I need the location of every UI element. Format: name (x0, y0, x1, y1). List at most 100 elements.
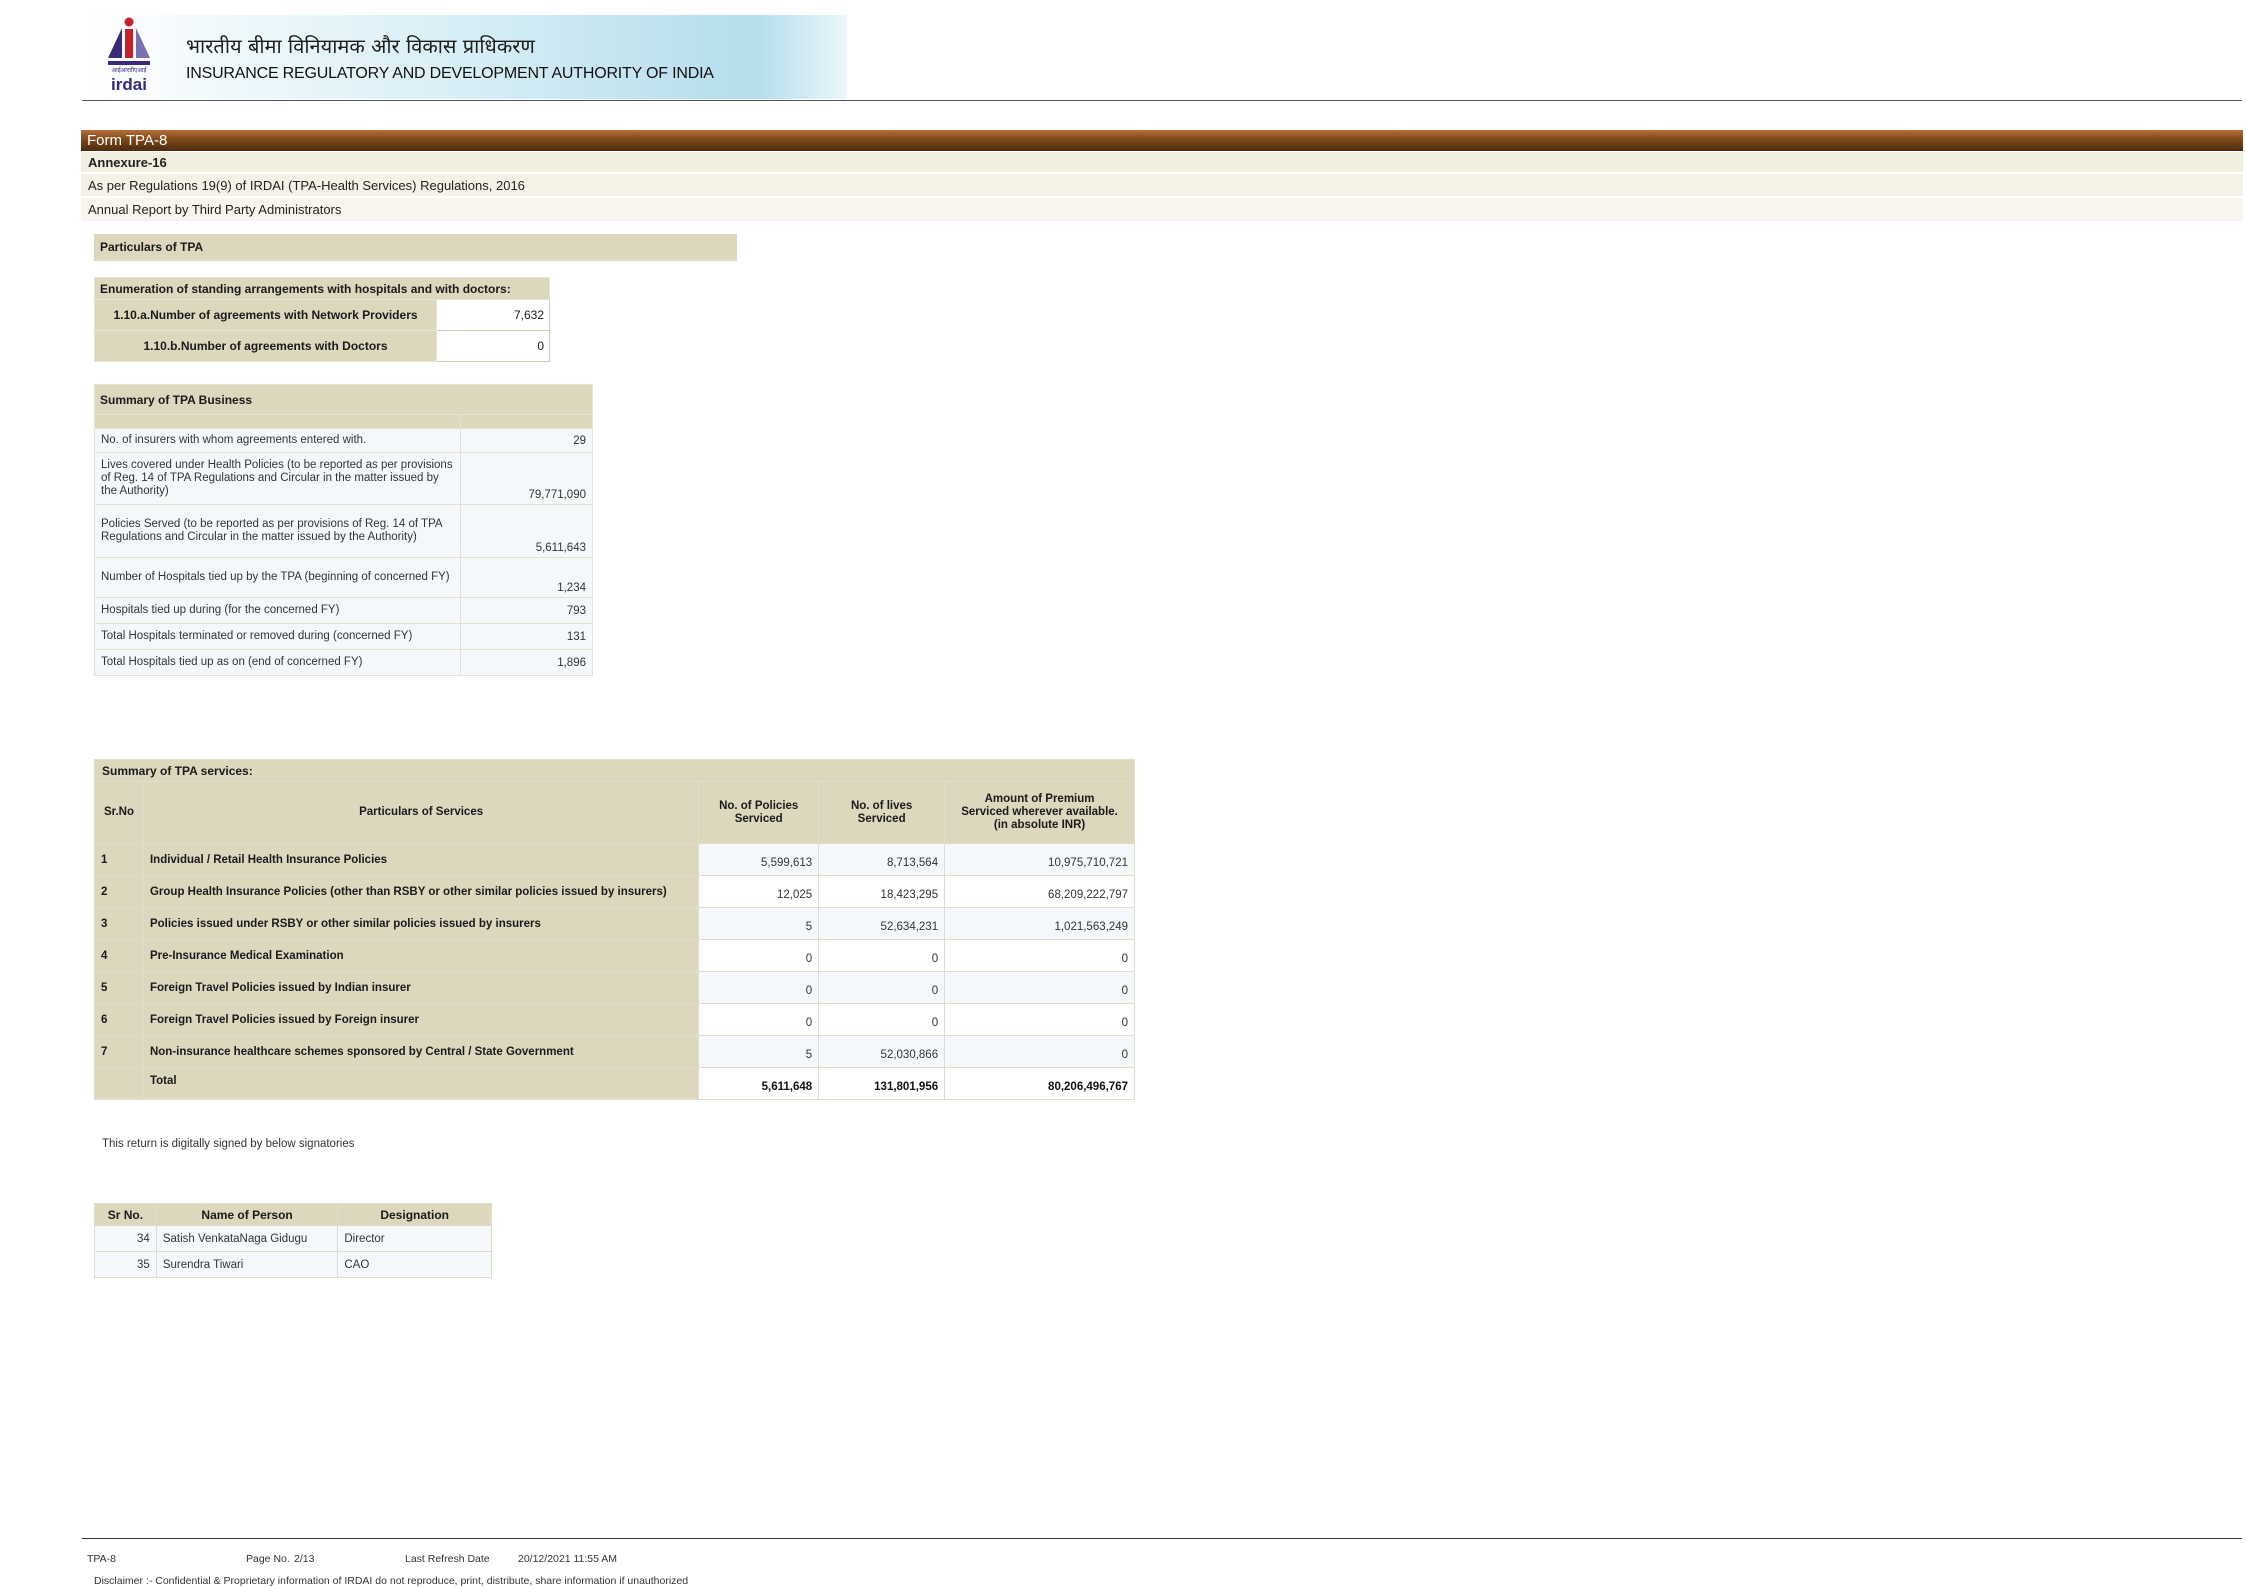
footer-page-value: 2/13 (294, 1553, 315, 1565)
services-caption: Summary of TPA services: (94, 759, 1135, 782)
table-row: Total Hospitals terminated or removed du… (94, 623, 593, 650)
row-label: Number of Hospitals tied up by the TPA (… (94, 557, 461, 598)
sr-cell: 2 (94, 875, 144, 908)
total-policies: 5,611,648 (698, 1067, 820, 1100)
summary-business-table: Summary of TPA Business No. of insurers … (94, 384, 593, 676)
total-lives: 131,801,956 (818, 1067, 946, 1100)
svg-text:आईआरडीएआई: आईआरडीएआई (112, 66, 148, 74)
sr-cell: 5 (94, 971, 144, 1004)
signatory-sr: 35 (94, 1251, 157, 1278)
enumeration-header: Enumeration of standing arrangements wit… (94, 277, 550, 300)
spacer-cell (460, 414, 593, 429)
row-value: 29 (460, 428, 593, 453)
spacer-cell (94, 414, 461, 429)
lives-cell: 0 (818, 939, 946, 972)
footer-disclaimer: Disclaimer :- Confidential & Proprietary… (94, 1575, 689, 1587)
column-header-lives: No. of lives Serviced (818, 781, 946, 844)
footer-divider (82, 1538, 2242, 1539)
signatories-table: Sr No. Name of Person Designation 34 Sat… (94, 1203, 492, 1278)
table-row: 2 Group Health Insurance Policies (other… (94, 875, 1135, 908)
premium-cell: 68,209,222,797 (944, 875, 1135, 908)
row-value: 79,771,090 (460, 452, 593, 505)
particulars-cell: Group Health Insurance Policies (other t… (142, 875, 700, 908)
table-row: 1.10.b.Number of agreements with Doctors… (94, 330, 550, 362)
premium-cell: 0 (944, 971, 1135, 1004)
row-label: 1.10.a.Number of agreements with Network… (94, 299, 437, 331)
row-value: 0 (436, 330, 550, 362)
services-table: Summary of TPA services: Sr.No Particula… (94, 759, 1135, 1100)
total-row: Total 5,611,648 131,801,956 80,206,496,7… (94, 1067, 1135, 1100)
header-divider (82, 100, 2242, 101)
column-header-sr: Sr.No (94, 781, 144, 844)
policies-cell: 0 (698, 939, 820, 972)
policies-cell: 12,025 (698, 875, 820, 908)
table-row: Policies Served (to be reported as per p… (94, 504, 593, 558)
summary-business-header: Summary of TPA Business (94, 384, 593, 415)
policies-cell: 5 (698, 907, 820, 940)
column-header-sr: Sr No. (94, 1203, 157, 1226)
lives-cell: 52,030,866 (818, 1035, 946, 1068)
row-value: 793 (460, 597, 593, 624)
table-row: 6 Foreign Travel Policies issued by Fore… (94, 1003, 1135, 1036)
lives-cell: 0 (818, 1003, 946, 1036)
column-header-particulars: Particulars of Services (142, 781, 700, 844)
svg-text:irdai: irdai (111, 75, 147, 94)
premium-cell: 0 (944, 1035, 1135, 1068)
premium-cell: 0 (944, 1003, 1135, 1036)
lives-cell: 8,713,564 (818, 843, 946, 876)
table-row: 34 Satish VenkataNaga Gidugu Director (94, 1225, 492, 1252)
table-row: 4 Pre-Insurance Medical Examination 0 0 … (94, 939, 1135, 972)
table-row: 1 Individual / Retail Health Insurance P… (94, 843, 1135, 876)
row-label: 1.10.b.Number of agreements with Doctors (94, 330, 437, 362)
particulars-cell: Pre-Insurance Medical Examination (142, 939, 700, 972)
sr-cell: 6 (94, 1003, 144, 1036)
org-name-english: INSURANCE REGULATORY AND DEVELOPMENT AUT… (186, 65, 714, 82)
table-row: Total Hospitals tied up as on (end of co… (94, 649, 593, 676)
sr-cell: 7 (94, 1035, 144, 1068)
premium-cell: 10,975,710,721 (944, 843, 1135, 876)
footer-refresh-value: 20/12/2021 11:55 AM (518, 1553, 618, 1565)
table-row: 35 Surendra Tiwari CAO (94, 1251, 492, 1278)
policies-cell: 5 (698, 1035, 820, 1068)
row-value: 131 (460, 623, 593, 650)
signatory-designation: Director (337, 1225, 492, 1252)
table-row: Number of Hospitals tied up by the TPA (… (94, 557, 593, 598)
sr-cell-empty (94, 1067, 144, 1100)
regulation-label: As per Regulations 19(9) of IRDAI (TPA-H… (81, 174, 2243, 197)
row-label: Policies Served (to be reported as per p… (94, 504, 461, 558)
sr-cell: 4 (94, 939, 144, 972)
table-row: Lives covered under Health Policies (to … (94, 452, 593, 505)
row-label: Hospitals tied up during (for the concer… (94, 597, 461, 624)
annexure-label: Annexure-16 (81, 152, 2243, 173)
lives-cell: 52,634,231 (818, 907, 946, 940)
particulars-cell: Foreign Travel Policies issued by Indian… (142, 971, 700, 1004)
row-value: 1,896 (460, 649, 593, 676)
table-row: Hospitals tied up during (for the concer… (94, 597, 593, 624)
column-header-designation: Designation (337, 1203, 492, 1226)
table-row: 3 Policies issued under RSBY or other si… (94, 907, 1135, 940)
particulars-cell: Non-insurance healthcare schemes sponsor… (142, 1035, 700, 1068)
particulars-cell: Foreign Travel Policies issued by Foreig… (142, 1003, 700, 1036)
signed-note: This return is digitally signed by below… (102, 1138, 355, 1150)
total-label: Total (142, 1067, 700, 1100)
sr-cell: 3 (94, 907, 144, 940)
report-title: Annual Report by Third Party Administrat… (81, 198, 2243, 222)
irdai-logo: आईआरडीएआई irdai (100, 16, 158, 96)
table-row: No. of insurers with whom agreements ent… (94, 428, 593, 453)
table-row: 7 Non-insurance healthcare schemes spons… (94, 1035, 1135, 1068)
total-premium: 80,206,496,767 (944, 1067, 1135, 1100)
lives-cell: 18,423,295 (818, 875, 946, 908)
table-row: 1.10.a.Number of agreements with Network… (94, 299, 550, 331)
row-value: 7,632 (436, 299, 550, 331)
org-name-hindi: भारतीय बीमा विनियामक और विकास प्राधिकरण (186, 34, 535, 58)
particulars-cell: Policies issued under RSBY or other simi… (142, 907, 700, 940)
row-label: Total Hospitals tied up as on (end of co… (94, 649, 461, 676)
policies-cell: 0 (698, 1003, 820, 1036)
row-value: 1,234 (460, 557, 593, 598)
policies-cell: 5,599,613 (698, 843, 820, 876)
policies-cell: 0 (698, 971, 820, 1004)
particulars-of-tpa-header: Particulars of TPA (94, 234, 737, 261)
footer-page-label: Page No. (246, 1553, 290, 1565)
column-header-name: Name of Person (155, 1203, 339, 1226)
footer-refresh-label: Last Refresh Date (405, 1553, 490, 1565)
